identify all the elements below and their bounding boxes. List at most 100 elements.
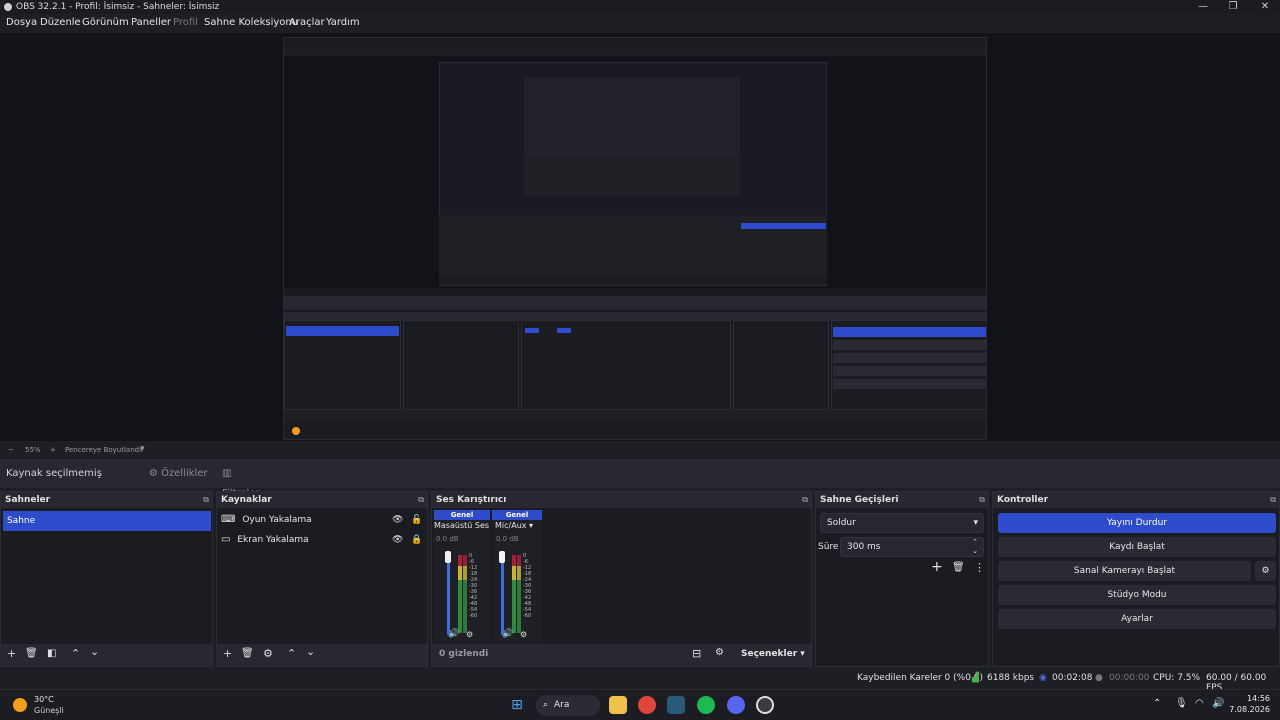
minimize-button[interactable]: — [1188,0,1218,14]
chrome-icon[interactable] [638,696,656,714]
unlock-icon[interactable]: 🔓 [411,511,422,529]
stream-icon: ◉ [1039,673,1047,683]
obs-logo-icon [4,3,12,11]
move-down-icon[interactable]: ⌄ [90,645,99,658]
chevron-down-icon[interactable]: ▾ [140,444,145,454]
scenes-title: Sahneler [5,495,51,505]
undock-icon[interactable]: ⧉ [1270,492,1276,508]
undock-icon[interactable]: ⧉ [979,492,985,508]
start-virtual-camera-button[interactable]: Sanal Kamerayı Başlat [998,561,1251,581]
source-item[interactable]: ▭ Ekran Yakalama 👁 🔒 [221,531,426,549]
volume-slider[interactable] [447,555,450,635]
scenes-dock-header: Sahneler ⧉ [1,492,212,508]
chevron-down-icon[interactable]: ⌄ [972,542,978,560]
zoom-in-button[interactable]: + [50,446,56,454]
menu-gorunum[interactable]: Görünüm [82,17,129,28]
menu-duzenle[interactable]: Düzenle [40,17,81,28]
add-icon[interactable]: + [223,647,232,660]
channel-db: 0.0 dB [436,535,459,543]
layout-toggle-icon[interactable]: ⊟ [692,647,701,660]
preview-canvas[interactable] [0,33,1280,441]
trash-icon[interactable]: 🗑 [241,648,254,659]
close-button[interactable]: ✕ [1250,0,1280,14]
windows-start-icon[interactable]: ⊞ [508,696,526,714]
zoom-out-button[interactable]: − [8,446,14,454]
volume-slider-handle[interactable] [499,551,505,563]
channel-name: Masaüstü Ses [434,521,490,530]
speaker-icon[interactable]: 🔊 [502,629,513,639]
undock-icon[interactable]: ⧉ [203,492,209,508]
add-icon[interactable]: + [931,559,943,575]
file-explorer-icon[interactable] [609,696,627,714]
transition-select[interactable]: Soldur ▾ [820,513,984,533]
menu-dosya[interactable]: Dosya [6,17,37,28]
discord-icon[interactable] [727,696,745,714]
trash-icon[interactable]: 🗑 [952,562,965,573]
zoom-level: 55% [25,446,41,454]
transitions-dock-header: Sahne Geçişleri ⧉ [816,492,988,508]
move-down-icon[interactable]: ⌄ [306,645,315,658]
menu-paneller[interactable]: Paneller [131,17,171,28]
recording-time: 00:00:00 [1109,673,1150,683]
clock-date: 7.08.2026 [1229,705,1270,714]
virtual-camera-settings-button[interactable]: ⚙ [1255,561,1276,581]
speaker-icon[interactable]: 🔊 [448,629,459,639]
filters-button[interactable]: ▥ Filtreler [216,464,272,499]
weather-temp[interactable]: 30°C [34,695,54,704]
volume-slider-handle[interactable] [445,551,451,563]
menu-yardim[interactable]: Yardım [326,17,360,28]
scenes-dock: Sahneler ⧉ Sahne + 🗑 ◧ ⌃ ⌄ [0,491,213,667]
more-vertical-icon[interactable]: ⋮ [974,561,985,574]
gear-icon[interactable]: ⚙ [520,630,527,639]
menu-profil[interactable]: Profil [173,17,198,28]
source-name: Oyun Yakalama [242,515,312,525]
search-box[interactable]: ⌕ Ara [536,695,600,716]
duration-spinbox[interactable]: 300 ms ⌃ ⌄ [840,537,984,557]
undock-icon[interactable]: ⧉ [418,492,424,508]
properties-button[interactable]: ⚙ Özellikler [143,464,213,484]
microphone-icon[interactable]: 🎙 [1175,698,1188,709]
windows-taskbar: 30°C Güneşli ⊞ ⌕ Ara ⌃ 🎙 ◠ 🔊 14:56 7.08.… [0,689,1280,720]
duration-label: Süre [818,542,839,552]
gear-icon[interactable]: ⚙ [263,647,273,660]
system-clock[interactable]: 14:56 7.08.2026 [1229,693,1270,715]
volume-slider[interactable] [501,555,504,635]
menu-sahne-koleksiyonu[interactable]: Sahne Koleksiyonu [204,17,298,28]
fit-to-window-button[interactable]: Pencereye Boyutlandır [65,446,144,454]
options-menu-button[interactable]: Seçenekler ▾ [741,649,805,659]
scene-item[interactable]: Sahne [3,511,211,531]
studio-mode-button[interactable]: Stüdyo Modu [998,585,1276,605]
gear-icon[interactable]: ⚙ [466,630,473,639]
transition-value: Soldur [827,518,856,528]
channel-name-dropdown[interactable]: Mic/Aux ▾ [495,521,533,530]
weather-desc[interactable]: Güneşli [34,706,64,715]
filter-icon[interactable]: ◧ [47,648,56,659]
steam-icon[interactable] [667,696,685,714]
wifi-icon[interactable]: ◠ [1195,698,1204,709]
chevron-up-icon[interactable]: ⌃ [1153,698,1161,709]
level-meter [463,555,467,633]
status-bar: Kaybedilen Kareler 0 (%0.0) ▟ 6188 kbps … [0,669,1280,693]
spotify-icon[interactable] [697,696,715,714]
stop-stream-button[interactable]: Yayını Durdur [998,513,1276,533]
move-up-icon[interactable]: ⌃ [287,647,296,660]
start-recording-button[interactable]: Kaydı Başlat [998,537,1276,557]
weather-sun-icon[interactable] [13,698,27,712]
eye-icon[interactable]: 👁 [392,511,403,529]
advanced-properties-icon[interactable]: ⚙ [715,647,724,658]
lock-icon[interactable]: 🔒 [411,531,422,549]
undock-icon[interactable]: ⧉ [802,492,808,508]
mixer-channel: Genel Masaüstü Ses ▾ 0.0 dB 0-6-12-18-24… [434,510,496,644]
source-item[interactable]: ⌨ Oyun Yakalama 👁 🔓 [221,511,426,529]
trash-icon[interactable]: 🗑 [25,648,38,659]
menu-araclar[interactable]: Araçlar [289,17,325,28]
volume-icon[interactable]: 🔊 [1212,698,1224,709]
move-up-icon[interactable]: ⌃ [71,647,80,660]
obs-taskbar-icon[interactable] [756,696,774,714]
maximize-button[interactable]: ❐ [1218,0,1248,14]
add-icon[interactable]: + [7,647,16,660]
eye-icon[interactable]: 👁 [392,531,403,549]
channel-name-dropdown[interactable]: Masaüstü Ses ▾ [434,521,496,530]
search-label: Ara [554,700,570,710]
settings-button[interactable]: Ayarlar [998,609,1276,629]
